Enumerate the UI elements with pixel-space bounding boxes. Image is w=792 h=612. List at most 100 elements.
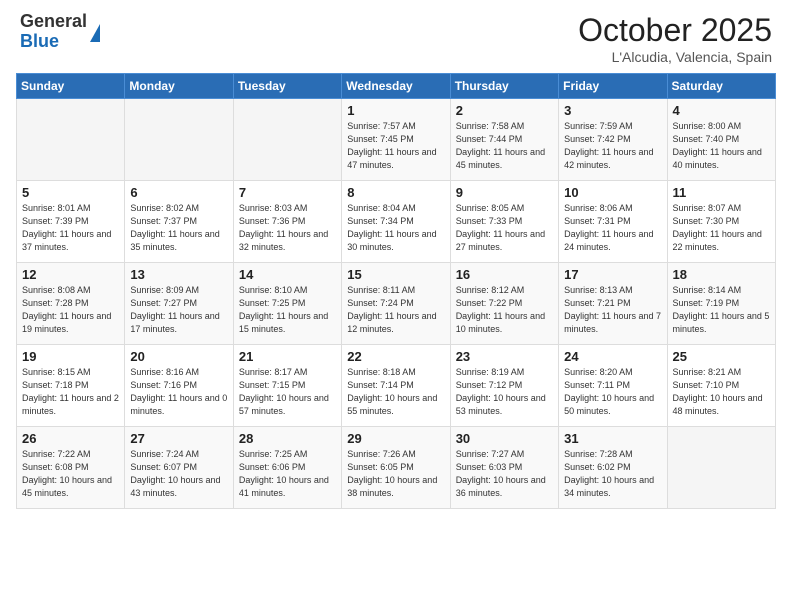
day-number: 23 [456, 349, 553, 364]
day-info: Sunrise: 7:26 AM Sunset: 6:05 PM Dayligh… [347, 448, 444, 500]
day-number: 1 [347, 103, 444, 118]
calendar-cell: 3 Sunrise: 7:59 AM Sunset: 7:42 PM Daylig… [559, 99, 667, 181]
location: L'Alcudia, Valencia, Spain [578, 49, 772, 65]
day-number: 30 [456, 431, 553, 446]
day-number: 19 [22, 349, 119, 364]
day-info: Sunrise: 8:07 AM Sunset: 7:30 PM Dayligh… [673, 202, 770, 254]
day-number: 27 [130, 431, 227, 446]
calendar-cell: 2Sunrise: 7:58 AM Sunset: 7:44 PM Daylig… [450, 99, 558, 181]
day-info: Sunrise: 8:00 AM Sunset: 7:40 PM Dayligh… [673, 120, 770, 172]
calendar-cell: 25 Sunrise: 8:21 AM Sunset: 7:10 PM Dayli… [667, 345, 775, 427]
calendar-week-row: 26 Sunrise: 7:22 AM Sunset: 6:08 PM Dayli… [17, 427, 776, 509]
calendar-cell: 29 Sunrise: 7:26 AM Sunset: 6:05 PM Dayli… [342, 427, 450, 509]
calendar-week-row: 5 Sunrise: 8:01 AM Sunset: 7:39 PM Daylig… [17, 181, 776, 263]
day-info: Sunrise: 8:09 AM Sunset: 7:27 PM Dayligh… [130, 284, 227, 336]
weekday-header-row: Sunday Monday Tuesday Wednesday Thursday… [17, 74, 776, 99]
day-info: Sunrise: 8:19 AM Sunset: 7:12 PM Dayligh… [456, 366, 553, 418]
day-info: Sunrise: 8:13 AM Sunset: 7:21 PM Dayligh… [564, 284, 661, 336]
day-number: 31 [564, 431, 661, 446]
calendar-cell: 4Sunrise: 8:00 AM Sunset: 7:40 PM Daylig… [667, 99, 775, 181]
calendar-cell: 14 Sunrise: 8:10 AM Sunset: 7:25 PM Dayli… [233, 263, 341, 345]
day-info: Sunrise: 8:21 AM Sunset: 7:10 PM Dayligh… [673, 366, 770, 418]
calendar-cell [125, 99, 233, 181]
day-number: 25 [673, 349, 770, 364]
calendar-cell: 23 Sunrise: 8:19 AM Sunset: 7:12 PM Dayli… [450, 345, 558, 427]
day-number: 28 [239, 431, 336, 446]
day-info: Sunrise: 7:28 AM Sunset: 6:02 PM Dayligh… [564, 448, 661, 500]
title-block: October 2025 L'Alcudia, Valencia, Spain [578, 12, 772, 65]
day-info: Sunrise: 8:15 AM Sunset: 7:18 PM Dayligh… [22, 366, 119, 418]
day-number: 16 [456, 267, 553, 282]
day-number: 26 [22, 431, 119, 446]
calendar-cell: 16 Sunrise: 8:12 AM Sunset: 7:22 PM Dayli… [450, 263, 558, 345]
day-info: Sunrise: 8:17 AM Sunset: 7:15 PM Dayligh… [239, 366, 336, 418]
calendar-cell: 27 Sunrise: 7:24 AM Sunset: 6:07 PM Dayli… [125, 427, 233, 509]
calendar-cell: 9 Sunrise: 8:05 AM Sunset: 7:33 PM Daylig… [450, 181, 558, 263]
day-info: Sunrise: 7:57 AM Sunset: 7:45 PM Dayligh… [347, 120, 444, 172]
header-sunday: Sunday [17, 74, 125, 99]
calendar-week-row: 1 Sunrise: 7:57 AM Sunset: 7:45 PM Daylig… [17, 99, 776, 181]
calendar-cell: 21Sunrise: 8:17 AM Sunset: 7:15 PM Dayli… [233, 345, 341, 427]
header-thursday: Thursday [450, 74, 558, 99]
day-info: Sunrise: 8:02 AM Sunset: 7:37 PM Dayligh… [130, 202, 227, 254]
calendar-cell [667, 427, 775, 509]
day-number: 12 [22, 267, 119, 282]
day-info: Sunrise: 7:24 AM Sunset: 6:07 PM Dayligh… [130, 448, 227, 500]
day-info: Sunrise: 8:10 AM Sunset: 7:25 PM Dayligh… [239, 284, 336, 336]
calendar-cell: 10 Sunrise: 8:06 AM Sunset: 7:31 PM Dayli… [559, 181, 667, 263]
calendar-cell: 13Sunrise: 8:09 AM Sunset: 7:27 PM Dayli… [125, 263, 233, 345]
logo-triangle-icon [90, 24, 100, 42]
calendar-cell: 11 Sunrise: 8:07 AM Sunset: 7:30 PM Dayli… [667, 181, 775, 263]
calendar-cell: 18 Sunrise: 8:14 AM Sunset: 7:19 PM Dayli… [667, 263, 775, 345]
day-number: 22 [347, 349, 444, 364]
day-info: Sunrise: 8:04 AM Sunset: 7:34 PM Dayligh… [347, 202, 444, 254]
page: General Blue October 2025 L'Alcudia, Val… [0, 0, 792, 612]
day-number: 20 [130, 349, 227, 364]
day-info: Sunrise: 8:05 AM Sunset: 7:33 PM Dayligh… [456, 202, 553, 254]
day-number: 29 [347, 431, 444, 446]
calendar-cell: 31 Sunrise: 7:28 AM Sunset: 6:02 PM Dayli… [559, 427, 667, 509]
day-number: 5 [22, 185, 119, 200]
calendar-cell: 7 Sunrise: 8:03 AM Sunset: 7:36 PM Daylig… [233, 181, 341, 263]
header-saturday: Saturday [667, 74, 775, 99]
day-info: Sunrise: 7:22 AM Sunset: 6:08 PM Dayligh… [22, 448, 119, 500]
calendar-cell: 8 Sunrise: 8:04 AM Sunset: 7:34 PM Daylig… [342, 181, 450, 263]
calendar-week-row: 12 Sunrise: 8:08 AM Sunset: 7:28 PM Dayli… [17, 263, 776, 345]
day-number: 2 [456, 103, 553, 118]
day-number: 11 [673, 185, 770, 200]
day-number: 15 [347, 267, 444, 282]
logo-general: General [20, 12, 87, 32]
day-info: Sunrise: 8:01 AM Sunset: 7:39 PM Dayligh… [22, 202, 119, 254]
day-number: 3 [564, 103, 661, 118]
calendar-cell: 28 Sunrise: 7:25 AM Sunset: 6:06 PM Dayli… [233, 427, 341, 509]
day-number: 9 [456, 185, 553, 200]
day-number: 10 [564, 185, 661, 200]
day-info: Sunrise: 8:14 AM Sunset: 7:19 PM Dayligh… [673, 284, 770, 336]
logo-blue: Blue [20, 32, 87, 52]
day-info: Sunrise: 8:08 AM Sunset: 7:28 PM Dayligh… [22, 284, 119, 336]
day-info: Sunrise: 7:59 AM Sunset: 7:42 PM Dayligh… [564, 120, 661, 172]
day-info: Sunrise: 8:16 AM Sunset: 7:16 PM Dayligh… [130, 366, 227, 418]
day-number: 17 [564, 267, 661, 282]
calendar-cell: 26 Sunrise: 7:22 AM Sunset: 6:08 PM Dayli… [17, 427, 125, 509]
header-friday: Friday [559, 74, 667, 99]
month-title: October 2025 [578, 12, 772, 49]
day-number: 18 [673, 267, 770, 282]
logo-text: General Blue [20, 12, 87, 52]
day-info: Sunrise: 8:12 AM Sunset: 7:22 PM Dayligh… [456, 284, 553, 336]
calendar: Sunday Monday Tuesday Wednesday Thursday… [16, 73, 776, 509]
day-info: Sunrise: 8:06 AM Sunset: 7:31 PM Dayligh… [564, 202, 661, 254]
header-tuesday: Tuesday [233, 74, 341, 99]
header-wednesday: Wednesday [342, 74, 450, 99]
day-info: Sunrise: 7:25 AM Sunset: 6:06 PM Dayligh… [239, 448, 336, 500]
day-info: Sunrise: 8:11 AM Sunset: 7:24 PM Dayligh… [347, 284, 444, 336]
day-info: Sunrise: 7:27 AM Sunset: 6:03 PM Dayligh… [456, 448, 553, 500]
calendar-cell: 24Sunrise: 8:20 AM Sunset: 7:11 PM Dayli… [559, 345, 667, 427]
day-info: Sunrise: 8:03 AM Sunset: 7:36 PM Dayligh… [239, 202, 336, 254]
header: General Blue October 2025 L'Alcudia, Val… [0, 0, 792, 73]
day-number: 8 [347, 185, 444, 200]
day-info: Sunrise: 8:18 AM Sunset: 7:14 PM Dayligh… [347, 366, 444, 418]
day-number: 14 [239, 267, 336, 282]
day-number: 7 [239, 185, 336, 200]
calendar-cell: 20 Sunrise: 8:16 AM Sunset: 7:16 PM Dayli… [125, 345, 233, 427]
